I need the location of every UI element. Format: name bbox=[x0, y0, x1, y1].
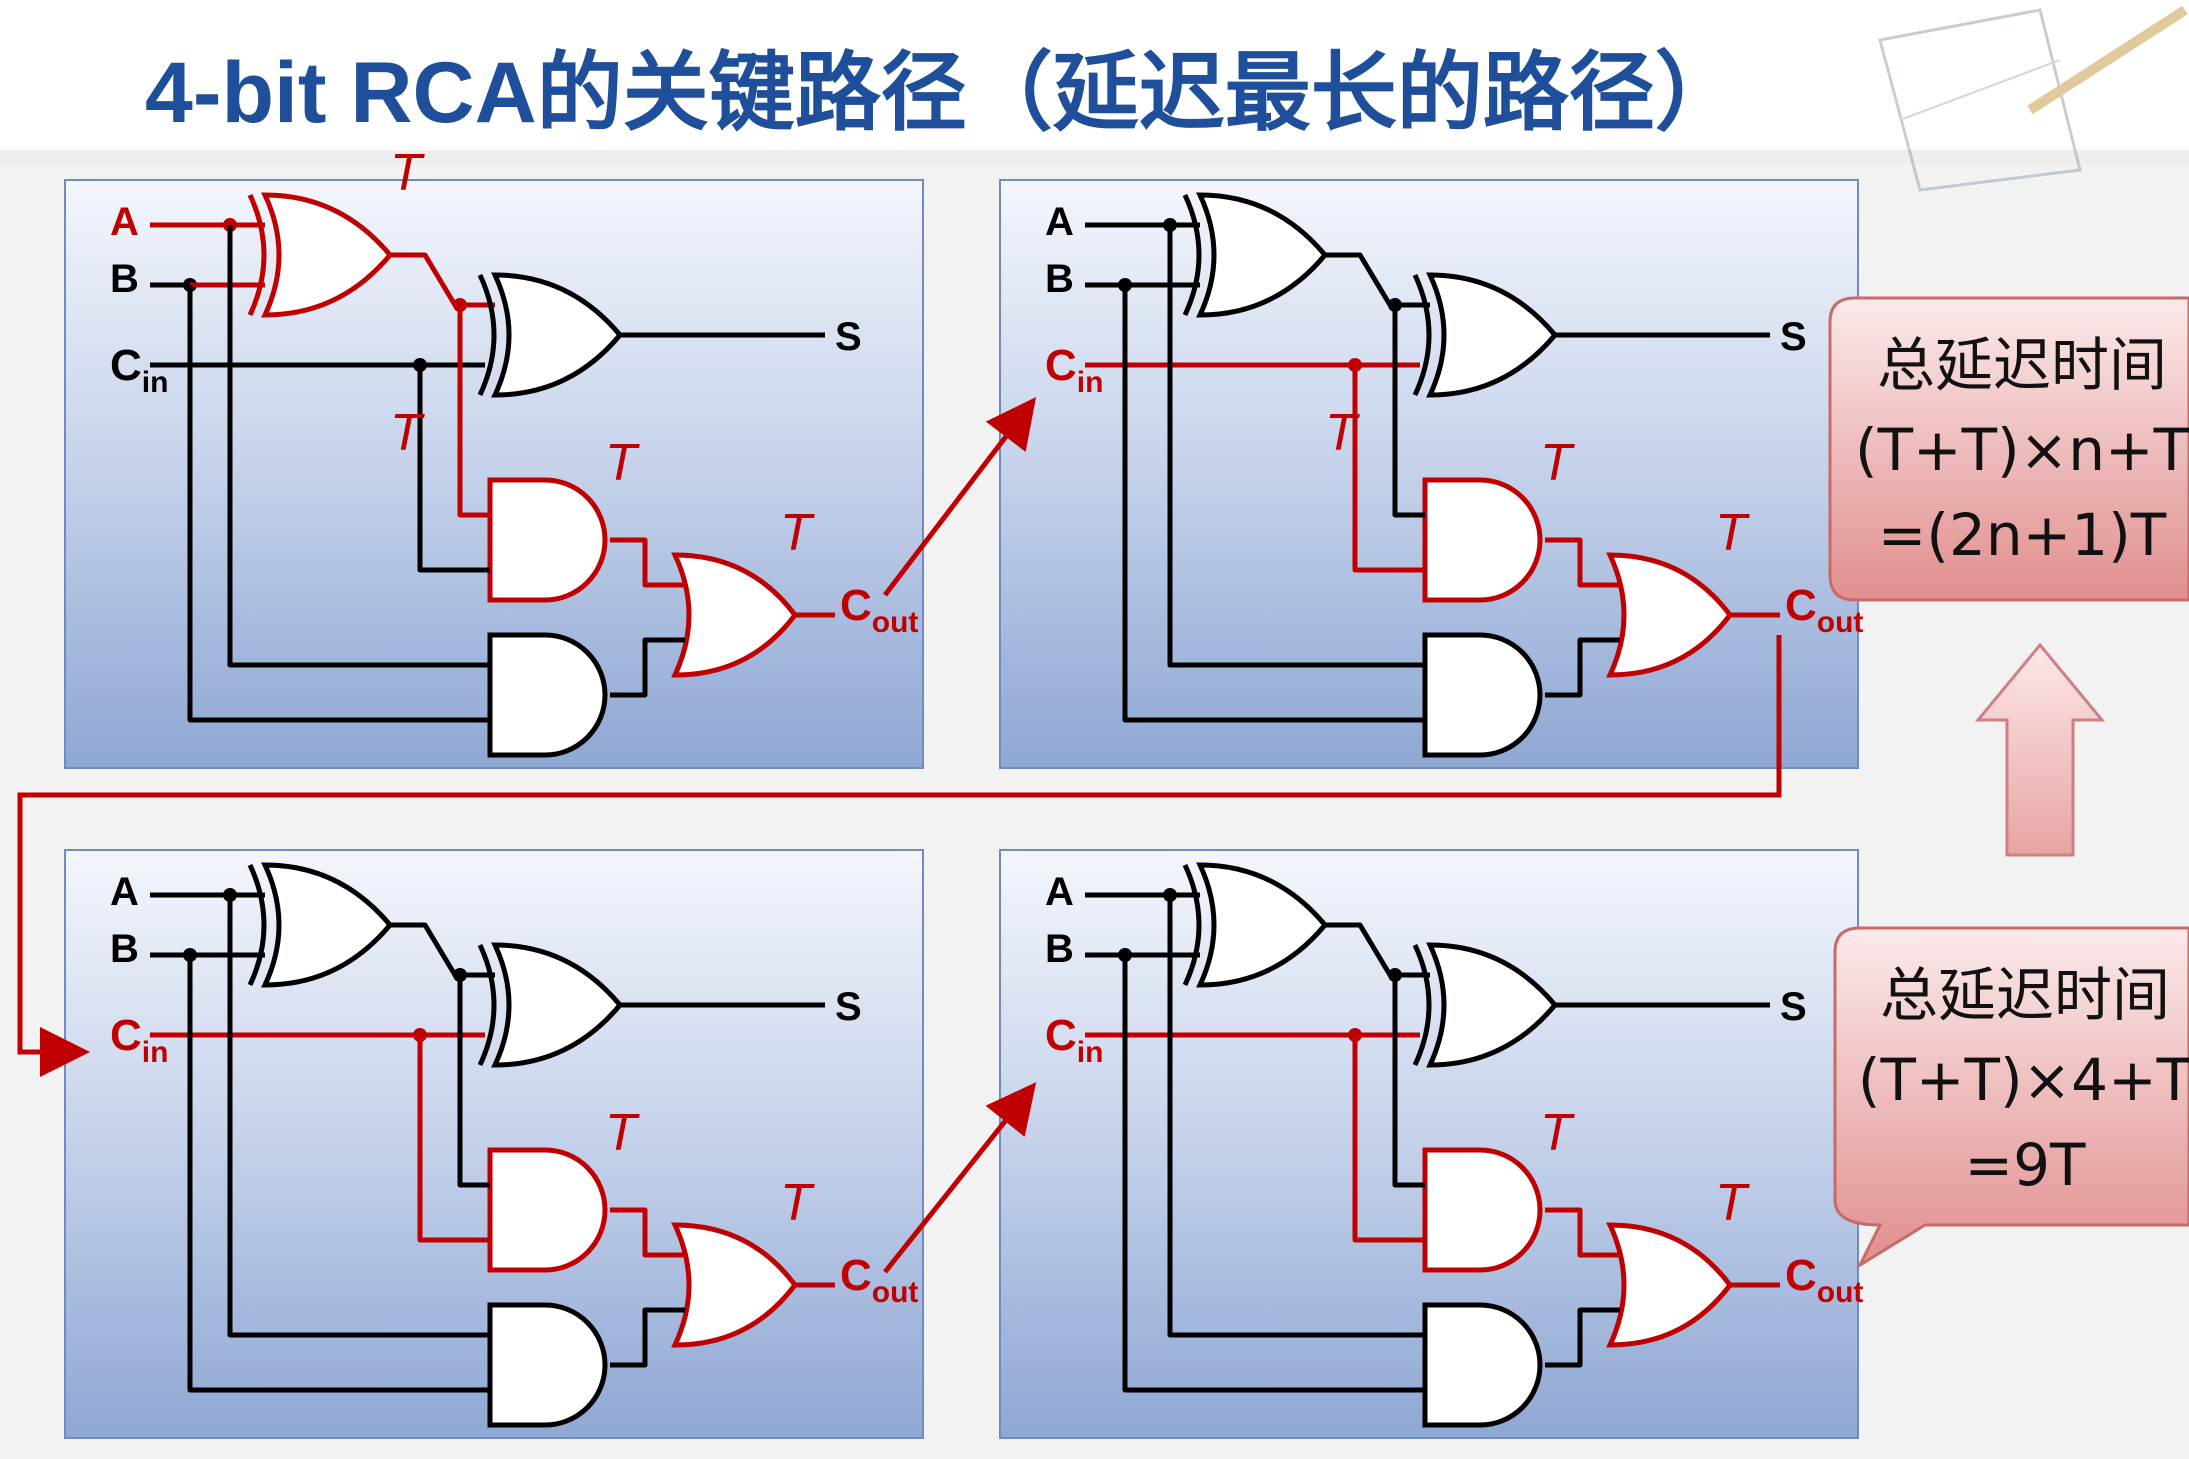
rca-diagram: 4-bit RCA的关键路径（延迟最长的路径） ABCinSCoutTTTABC… bbox=[0, 0, 2189, 1439]
and-gate-1 bbox=[1422, 477, 1543, 603]
delay-t-and: T bbox=[605, 1104, 640, 1162]
and-gate-2 bbox=[1422, 632, 1543, 758]
delay-t-xor: T bbox=[390, 144, 425, 202]
up-arrow-icon bbox=[1974, 642, 2106, 857]
callout-general-line2: (T+T)×n+T bbox=[1855, 416, 2189, 484]
delay-t-or: T bbox=[1715, 1174, 1750, 1232]
label-a: A bbox=[1045, 200, 1074, 244]
label-a: A bbox=[110, 200, 139, 244]
and-gate-1 bbox=[487, 1147, 608, 1273]
callout-specific-line2: (T+T)×4+T bbox=[1858, 1046, 2189, 1114]
and-gate-2 bbox=[487, 1302, 608, 1428]
callout-general: 总延迟时间 (T+T)×n+T =(2n+1)T bbox=[1828, 296, 2189, 602]
delay-t-or: T bbox=[1715, 504, 1750, 562]
delay-t-or: T bbox=[780, 504, 815, 562]
delay-t-and: T bbox=[605, 434, 640, 492]
label-s: S bbox=[1780, 315, 1807, 359]
callout-specific: 总延迟时间 (T+T)×4+T =9T bbox=[1833, 926, 2189, 1270]
label-a: A bbox=[1045, 870, 1074, 914]
delay-t-xor: T bbox=[390, 404, 425, 462]
callout-specific-line3: =9T bbox=[1965, 1131, 2086, 1199]
label-b: B bbox=[110, 927, 139, 971]
page-title: 4-bit RCA的关键路径（延迟最长的路径） bbox=[145, 45, 1741, 141]
full-adder-1: ABCinSCoutTTT bbox=[64, 144, 924, 769]
label-s: S bbox=[1780, 985, 1807, 1029]
label-s: S bbox=[835, 315, 862, 359]
delay-t-xor: T bbox=[1325, 404, 1360, 462]
and-gate-2 bbox=[487, 632, 608, 758]
delay-t-or: T bbox=[780, 1174, 815, 1232]
and-gate-2 bbox=[1422, 1302, 1543, 1428]
label-a: A bbox=[110, 870, 139, 914]
delay-t-and: T bbox=[1540, 1104, 1575, 1162]
label-b: B bbox=[110, 257, 139, 301]
label-b: B bbox=[1045, 257, 1074, 301]
label-s: S bbox=[835, 985, 862, 1029]
callout-general-line1: 总延迟时间 bbox=[1877, 331, 2167, 399]
callout-specific-line1: 总延迟时间 bbox=[1880, 961, 2170, 1029]
label-b: B bbox=[1045, 927, 1074, 971]
delay-t-and: T bbox=[1540, 434, 1575, 492]
and-gate-1 bbox=[487, 477, 608, 603]
callout-general-line3: =(2n+1)T bbox=[1878, 501, 2167, 569]
and-gate-1 bbox=[1422, 1147, 1543, 1273]
